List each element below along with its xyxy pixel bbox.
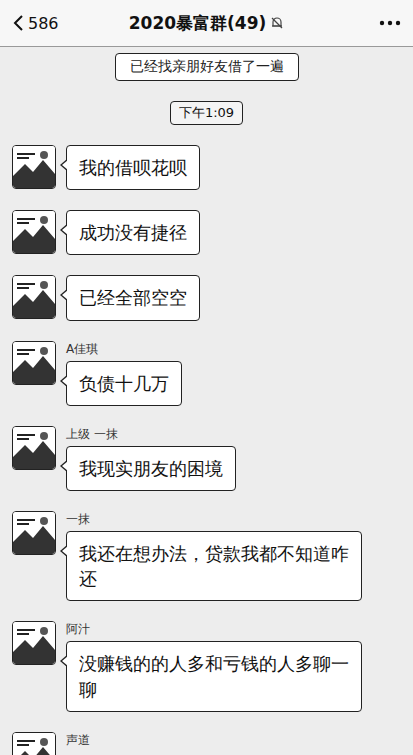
message-row: 声道 (0, 732, 413, 755)
message-row: 已经全部空空 (0, 275, 413, 320)
message-bubble[interactable]: 我的借呗花呗 (66, 145, 200, 190)
message-bubble[interactable]: 负债十几万 (66, 361, 182, 406)
avatar-icon[interactable] (12, 426, 56, 470)
sender-name: 上级 一抹 (66, 426, 236, 443)
avatar-icon[interactable] (12, 210, 56, 254)
message-row: 阿汁没赚钱的的人多和亏钱的人多聊一聊 (0, 621, 413, 711)
message-row: 上级 一抹我现实朋友的困境 (0, 426, 413, 491)
chat-screen: 586 2020暴富群(49) 已经找亲朋好友借了一遍下午1:09 我的借呗花呗成功没… (0, 0, 413, 755)
message-row: 一抹我还在想办法，贷款我都不知道咋还 (0, 511, 413, 601)
avatar-icon[interactable] (12, 341, 56, 385)
more-icon[interactable] (379, 20, 401, 26)
avatar-icon[interactable] (12, 275, 56, 319)
message-bubble[interactable]: 成功没有捷径 (66, 210, 200, 255)
avatar-icon[interactable] (12, 621, 56, 665)
notice-bubble: 已经找亲朋好友借了一遍 (115, 53, 299, 81)
message-list: 已经找亲朋好友借了一遍下午1:09 我的借呗花呗成功没有捷径已经全部空空 A佳琪负债… (0, 47, 413, 755)
avatar-icon[interactable] (12, 511, 56, 555)
unread-count: 586 (28, 14, 59, 33)
avatar-icon[interactable] (12, 732, 56, 755)
message-row: 我的借呗花呗 (0, 145, 413, 190)
message-bubble[interactable]: 没赚钱的的人多和亏钱的人多聊一聊 (66, 641, 362, 711)
sender-name: A佳琪 (66, 341, 182, 358)
back-button[interactable]: 586 (12, 14, 72, 33)
message-bubble[interactable]: 我现实朋友的困境 (66, 446, 236, 491)
message-row: 成功没有捷径 (0, 210, 413, 255)
header: 586 2020暴富群(49) (0, 0, 413, 47)
mute-bell-icon (270, 16, 284, 30)
back-icon[interactable] (12, 14, 24, 32)
sender-name: 一抹 (66, 511, 362, 528)
more-button[interactable] (341, 20, 401, 26)
message-bubble[interactable]: 已经全部空空 (66, 275, 200, 320)
message-bubble[interactable]: 我还在想办法，贷款我都不知道咋还 (66, 531, 362, 601)
avatar-icon[interactable] (12, 145, 56, 189)
time-stamp: 下午1:09 (170, 101, 243, 125)
sender-name: 阿汁 (66, 621, 362, 638)
group-title: 2020暴富群(49) (129, 12, 285, 35)
sender-name: 声道 (66, 732, 90, 749)
message-row: A佳琪负债十几万 (0, 341, 413, 406)
